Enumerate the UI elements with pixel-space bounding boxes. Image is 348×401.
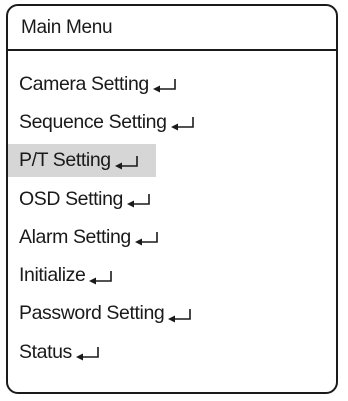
enter-icon [124, 192, 154, 210]
enter-icon [150, 77, 180, 95]
enter-icon [73, 345, 103, 363]
menu-item-row[interactable]: Status [8, 336, 117, 369]
menu-item-label: Sequence Setting [19, 110, 167, 133]
menu-item-label: Initialize [19, 264, 86, 287]
menu-item-osd-setting[interactable]: OSD Setting [8, 180, 336, 218]
menu-item-row[interactable]: Camera Setting [8, 68, 194, 101]
enter-icon [132, 230, 162, 248]
enter-icon [168, 115, 198, 133]
menu-item-row[interactable]: Sequence Setting [8, 106, 212, 139]
menu-item-row-selected[interactable]: P/T Setting [8, 144, 156, 178]
menu-header: Main Menu [8, 6, 336, 51]
menu-item-password-setting[interactable]: Password Setting [8, 295, 336, 333]
menu-item-sequence-setting[interactable]: Sequence Setting [8, 103, 336, 141]
menu-item-pt-setting[interactable]: P/T Setting [8, 142, 336, 180]
menu-item-label: Camera Setting [19, 72, 149, 95]
enter-icon [165, 307, 195, 325]
menu-item-row[interactable]: Initialize [8, 259, 130, 292]
menu-item-initialize[interactable]: Initialize [8, 256, 336, 294]
menu-item-row[interactable]: OSD Setting [8, 183, 168, 216]
enter-icon [86, 269, 116, 287]
enter-icon [112, 154, 142, 172]
menu-item-alarm-setting[interactable]: Alarm Setting [8, 218, 336, 256]
menu-item-label: Status [19, 340, 72, 363]
main-menu-panel: Main Menu Camera Setting Sequence Settin… [6, 4, 338, 394]
menu-item-row[interactable]: Alarm Setting [8, 221, 176, 254]
menu-item-row[interactable]: Password Setting [8, 297, 209, 330]
menu-item-status[interactable]: Status [8, 333, 336, 371]
menu-item-label: Alarm Setting [19, 225, 131, 248]
menu-item-label: P/T Setting [19, 149, 111, 172]
menu-title: Main Menu [21, 16, 113, 38]
menu-item-label: OSD Setting [19, 187, 123, 210]
menu-item-label: Password Setting [19, 302, 165, 325]
menu-list: Camera Setting Sequence Setting P/T Sett… [8, 65, 336, 371]
menu-item-camera-setting[interactable]: Camera Setting [8, 65, 336, 103]
